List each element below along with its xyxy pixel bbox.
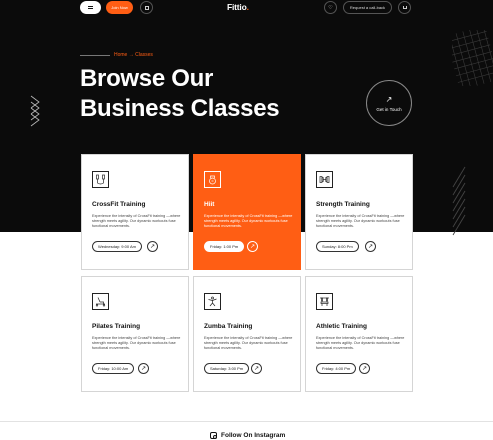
arrow-up-right-icon[interactable]: ↗ <box>365 241 376 252</box>
jump-rope-icon <box>92 171 109 188</box>
class-card-pilates[interactable]: Pilates Training Experience the intensit… <box>81 276 189 392</box>
class-title: Pilates Training <box>92 323 141 330</box>
class-card-crossfit[interactable]: CrossFit Training Experience the intensi… <box>81 154 189 270</box>
arrow-up-right-icon[interactable]: ↗ <box>138 363 149 374</box>
logo-dot: . <box>246 2 249 12</box>
class-card-hiit[interactable]: Hiit Experience the intensity of CrossFi… <box>193 154 301 270</box>
class-description: Experience the intensity of CrossFit tra… <box>92 214 181 229</box>
logo-text: Fittio <box>227 2 247 12</box>
calendar-button[interactable] <box>140 1 153 14</box>
cart-button[interactable] <box>398 1 411 14</box>
class-title: Zumba Training <box>204 323 253 330</box>
footer-divider <box>0 421 493 422</box>
logo[interactable]: Fittio. <box>227 2 249 12</box>
class-schedule: Saturday: 3:00 Pm <box>204 363 250 374</box>
class-card-zumba[interactable]: Zumba Training Experience the intensity … <box>193 276 301 392</box>
class-title: Strength Training <box>316 201 370 208</box>
class-description: Experience the intensity of CrossFit tra… <box>316 214 405 229</box>
arrow-up-right-icon[interactable]: ↗ <box>359 363 370 374</box>
instagram-label: Follow On Instagram <box>221 432 286 439</box>
class-title: Hiit <box>204 201 215 208</box>
class-schedule: Friday: 1:00 Pm <box>204 241 245 252</box>
stripes-decoration-icon <box>452 166 466 236</box>
join-now-button[interactable]: Join Now <box>106 1 133 14</box>
breadcrumb-line <box>80 55 110 56</box>
class-title: CrossFit Training <box>92 201 146 208</box>
grid-decoration-icon <box>452 30 493 86</box>
class-schedule: Friday: 4:00 Pm <box>316 363 357 374</box>
class-description: Experience the intensity of CrossFit tra… <box>92 336 181 351</box>
class-schedule: Wednesday: 9:00 Am <box>92 241 142 252</box>
chevron-decoration-icon <box>30 95 40 127</box>
class-description: Experience the intensity of CrossFit tra… <box>316 336 405 351</box>
class-description: Experience the intensity of CrossFit tra… <box>204 214 293 229</box>
page-title-line-2: Business Classes <box>80 95 280 122</box>
instagram-icon <box>210 432 217 439</box>
class-schedule: Friday: 10:00 Am <box>92 363 135 374</box>
page-title-line-1: Browse Our <box>80 65 214 92</box>
weight-bench-icon <box>316 293 333 310</box>
class-title: Athletic Training <box>316 323 367 330</box>
treadmill-icon <box>92 293 109 310</box>
get-in-touch-button[interactable]: ↗ Get in Touch <box>366 80 412 126</box>
kettlebell-icon <box>204 171 221 188</box>
arrow-up-right-icon: ↗ <box>385 94 393 104</box>
heart-icon: ♡ <box>328 4 333 11</box>
request-callback-button[interactable]: Request a call-back <box>343 1 392 14</box>
page-title: Browse Our Business Classes <box>80 64 280 124</box>
dancer-icon <box>204 293 221 310</box>
menu-button[interactable] <box>80 1 101 14</box>
class-card-athletic[interactable]: Athletic Training Experience the intensi… <box>305 276 413 392</box>
get-in-touch-label: Get in Touch <box>376 106 402 112</box>
breadcrumb[interactable]: Home → Classes <box>114 52 153 58</box>
dumbbell-icon <box>316 171 333 188</box>
class-card-strength[interactable]: Strength Training Experience the intensi… <box>305 154 413 270</box>
instagram-link[interactable]: Follow On Instagram <box>210 432 285 439</box>
cart-icon <box>402 6 407 9</box>
class-description: Experience the intensity of CrossFit tra… <box>204 336 293 351</box>
wishlist-button[interactable]: ♡ <box>324 1 337 14</box>
arrow-up-right-icon[interactable]: ↗ <box>147 241 158 252</box>
hamburger-icon <box>88 6 93 9</box>
calendar-icon <box>144 5 149 10</box>
arrow-up-right-icon[interactable]: ↗ <box>247 241 258 252</box>
arrow-up-right-icon[interactable]: ↗ <box>251 363 262 374</box>
class-schedule: Sunday: 8:00 Pm <box>316 241 359 252</box>
